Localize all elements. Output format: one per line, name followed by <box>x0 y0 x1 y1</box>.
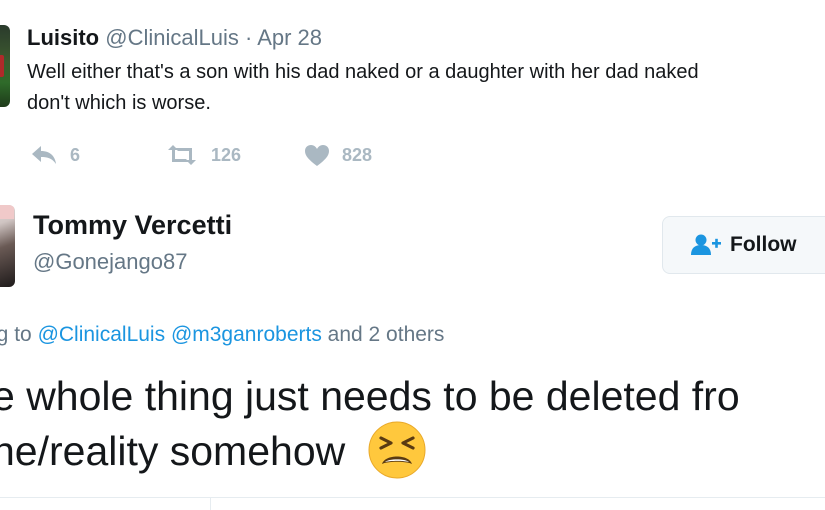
mention-link[interactable]: @ClinicalLuis <box>38 323 166 346</box>
reply-author-name[interactable]: Luisito <box>27 25 99 50</box>
like-action[interactable]: 828 <box>304 144 424 167</box>
header-separator: · <box>244 25 253 50</box>
main-tweet-text-line2: he/reality somehow <box>0 428 346 474</box>
main-tweet-text-line2-wrap: he/reality somehow <box>0 421 427 480</box>
reply-tweet-text-line1: Well either that's a son with his dad na… <box>27 61 699 83</box>
main-author-handle[interactable]: @Gonejango87 <box>33 247 187 277</box>
tired-face-emoji-icon <box>368 421 426 479</box>
retweet-icon <box>168 145 196 165</box>
retweet-action[interactable]: 126 <box>165 144 304 166</box>
add-user-icon <box>691 234 721 255</box>
main-tweet-text-line1: e whole thing just needs to be deleted f… <box>0 373 740 419</box>
reply-action[interactable]: 6 <box>30 144 165 166</box>
reply-author-handle[interactable]: @ClinicalLuis <box>105 25 239 50</box>
reply-tweet-text: Well either that's a son with his dad na… <box>27 57 825 119</box>
main-author-name[interactable]: Tommy Vercetti <box>33 208 232 242</box>
reply-tweet-actions: 6 126 828 <box>30 140 424 170</box>
reply-author-avatar[interactable] <box>0 25 10 107</box>
reply-tweet-date[interactable]: Apr 28 <box>257 25 322 50</box>
stats-divider <box>210 497 211 510</box>
mention-link[interactable]: @m3ganroberts <box>171 323 322 346</box>
reply-tweet-text-line2: don't which is worse. <box>27 92 211 114</box>
follow-button-label: Follow <box>730 233 797 256</box>
replying-prefix: ng to <box>0 323 32 346</box>
main-author-avatar[interactable] <box>0 205 15 287</box>
reply-count: 6 <box>70 144 81 165</box>
replying-others[interactable]: and 2 others <box>328 323 445 346</box>
replying-to-line: ng to @ClinicalLuis @m3ganroberts and 2 … <box>0 320 444 350</box>
heart-icon <box>305 144 329 166</box>
retweet-count: 126 <box>211 144 242 165</box>
like-count: 828 <box>342 144 373 165</box>
tweet-divider <box>0 497 825 498</box>
follow-button[interactable]: Follow <box>662 216 825 274</box>
reply-arrow-icon <box>32 146 56 164</box>
reply-tweet-header: Luisito @ClinicalLuis · Apr 28 <box>27 24 322 52</box>
